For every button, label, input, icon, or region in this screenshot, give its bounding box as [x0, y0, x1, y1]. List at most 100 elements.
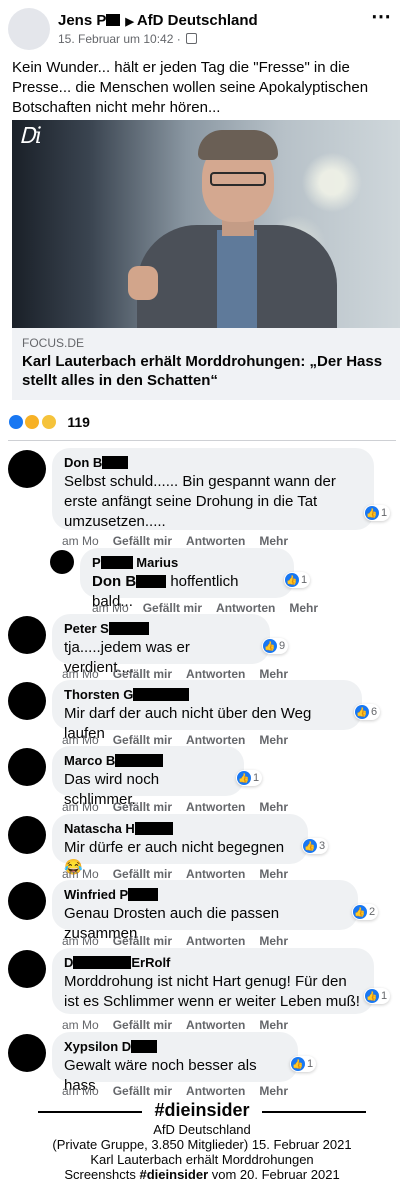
more-link[interactable]: Mehr — [259, 1018, 288, 1032]
reply-link[interactable]: Antworten — [186, 534, 245, 548]
reply-link[interactable]: Antworten — [186, 867, 245, 881]
commenter-avatar[interactable] — [50, 550, 74, 574]
commenter-avatar[interactable] — [8, 616, 46, 654]
comment-bubble: Thorsten G Mir darf der auch nicht über … — [52, 680, 362, 742]
comment-author[interactable]: Thorsten G — [64, 687, 350, 702]
footer-brand: #dieinsider — [154, 1100, 250, 1120]
comment-author[interactable]: Marco B — [64, 753, 232, 768]
post-date[interactable]: 15. Februar um 10:42 · — [58, 32, 181, 46]
comment-author[interactable]: Winfried P — [64, 887, 346, 902]
comment-like-badge[interactable]: 👍 6 — [354, 704, 381, 720]
author-name: Winfried P — [64, 887, 129, 902]
privacy-icon — [186, 33, 198, 44]
thumbs-up-icon: 👍 — [365, 989, 379, 1003]
reply-link[interactable]: Antworten — [186, 1084, 245, 1098]
more-link[interactable]: Mehr — [259, 867, 288, 881]
author-name: Natascha H — [64, 821, 135, 836]
comment-author[interactable]: Don B — [64, 455, 362, 470]
more-link[interactable]: Mehr — [259, 534, 288, 548]
footer-rule — [38, 1111, 142, 1113]
link-domain: FOCUS.DE — [22, 336, 85, 350]
comment-like-badge[interactable]: 👍 2 — [352, 904, 379, 920]
comment-text: Morddrohung ist nicht Hart genug! Für de… — [64, 973, 360, 1010]
comment-time: am Mo — [62, 800, 99, 814]
comment-time: am Mo — [62, 534, 99, 548]
commenter-avatar[interactable] — [8, 450, 46, 488]
photo-shirt — [217, 230, 257, 328]
comment-like-badge[interactable]: 👍 9 — [262, 638, 289, 654]
reactions-summary[interactable]: 119 — [8, 414, 90, 434]
mention-tag[interactable]: Don B — [92, 573, 136, 590]
comment-author[interactable]: Xypsilon D — [64, 1039, 286, 1054]
more-options-icon[interactable]: ⋯ — [371, 7, 392, 27]
like-reaction-icon — [8, 414, 24, 430]
author-name: Don B — [64, 455, 103, 470]
more-link[interactable]: Mehr — [259, 934, 288, 948]
like-link[interactable]: Gefällt mir — [113, 867, 172, 881]
comment-like-badge[interactable]: 👍 1 — [364, 988, 391, 1004]
wow-reaction-icon — [40, 414, 57, 430]
comment-author[interactable]: D ErRolf — [64, 955, 362, 970]
like-count: 6 — [371, 706, 378, 718]
comment-author[interactable]: Natascha H — [64, 821, 296, 836]
comment-bubble: Natascha H Mir dürfe er auch nicht begeg… — [52, 814, 308, 876]
comment-time: am Mo — [62, 867, 99, 881]
like-link[interactable]: Gefällt mir — [113, 1084, 172, 1098]
comment-bubble: Marco B Das wird noch schlimmer. — [52, 746, 244, 808]
reply-link[interactable]: Antworten — [216, 601, 275, 615]
commenter-avatar[interactable] — [8, 950, 46, 988]
more-link[interactable]: Mehr — [289, 601, 318, 615]
comment-like-badge[interactable]: 👍 1 — [290, 1056, 317, 1072]
author-name: Marius — [136, 555, 179, 570]
more-link[interactable]: Mehr — [259, 667, 288, 681]
like-link[interactable]: Gefällt mir — [113, 934, 172, 948]
more-link[interactable]: Mehr — [259, 733, 288, 747]
group-name[interactable]: AfD Deutschland — [137, 12, 258, 29]
like-count: 1 — [381, 507, 388, 519]
like-link[interactable]: Gefällt mir — [113, 733, 172, 747]
author-avatar[interactable] — [8, 8, 50, 50]
link-preview-image[interactable]: Ꭰi — [12, 120, 400, 328]
more-link[interactable]: Mehr — [259, 800, 288, 814]
like-link[interactable]: Gefällt mir — [113, 667, 172, 681]
comment-time: am Mo — [62, 1084, 99, 1098]
commenter-avatar[interactable] — [8, 816, 46, 854]
reply-link[interactable]: Antworten — [186, 667, 245, 681]
like-link[interactable]: Gefällt mir — [113, 534, 172, 548]
divider — [8, 440, 396, 441]
reply-link[interactable]: Antworten — [186, 800, 245, 814]
commenter-avatar[interactable] — [8, 748, 46, 786]
footer-line-3: Karl Lauterbach erhält Morddrohungen — [90, 1152, 314, 1167]
photo-hand — [128, 266, 158, 300]
comment-actions: am Mo Gefällt mir Antworten Mehr — [92, 601, 332, 615]
author-name: Xypsilon D — [64, 1039, 132, 1054]
publisher-logo: Ꭰi — [20, 124, 42, 149]
comment-like-badge[interactable]: 👍 1 — [364, 505, 391, 521]
like-count: 3 — [319, 840, 326, 852]
link-preview-caption[interactable]: FOCUS.DE Karl Lauterbach erhält Morddroh… — [12, 328, 400, 400]
comment-author[interactable]: P Marius — [92, 555, 282, 570]
reply-link[interactable]: Antworten — [186, 934, 245, 948]
footer-line-1: AfD Deutschland — [153, 1122, 251, 1137]
redaction-bar — [133, 688, 190, 701]
reply-link[interactable]: Antworten — [186, 1018, 245, 1032]
like-link[interactable]: Gefällt mir — [113, 800, 172, 814]
comment-author[interactable]: Peter S — [64, 621, 258, 636]
reply-link[interactable]: Antworten — [186, 733, 245, 747]
commenter-avatar[interactable] — [8, 682, 46, 720]
like-link[interactable]: Gefällt mir — [143, 601, 202, 615]
comment-like-badge[interactable]: 👍 3 — [302, 838, 329, 854]
comment-time: am Mo — [62, 934, 99, 948]
commenter-avatar[interactable] — [8, 882, 46, 920]
comment-like-badge[interactable]: 👍 1 — [284, 572, 311, 588]
more-link[interactable]: Mehr — [259, 1084, 288, 1098]
author-name: Peter S — [64, 621, 109, 636]
comment-like-badge[interactable]: 👍 1 — [236, 770, 263, 786]
post-author[interactable]: Jens P — [58, 12, 106, 29]
arrow-right-icon: ▶ — [125, 16, 134, 28]
post-meta: 15. Februar um 10:42 · — [58, 32, 198, 46]
like-link[interactable]: Gefällt mir — [113, 1018, 172, 1032]
footer-rule — [262, 1111, 366, 1113]
commenter-avatar[interactable] — [8, 1034, 46, 1072]
thumbs-up-icon: 👍 — [291, 1057, 305, 1071]
